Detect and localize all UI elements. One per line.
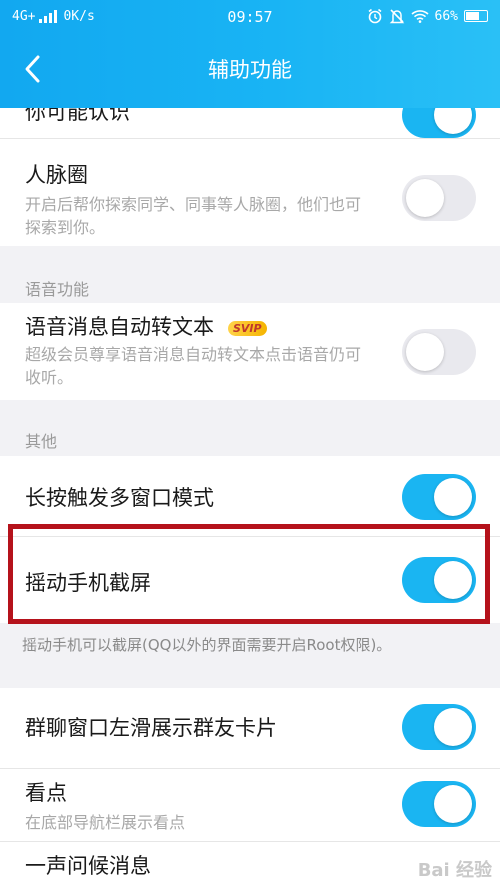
toggle-multi-window[interactable] (402, 474, 476, 520)
setting-row-group-card[interactable]: 群聊窗口左滑展示群友卡片 (0, 688, 500, 768)
toggle-kandian[interactable] (402, 781, 476, 827)
setting-title: 语音消息自动转文本 SVIP (25, 311, 267, 341)
battery-percent: 66% (434, 8, 458, 24)
setting-row-kandian[interactable]: 看点 在底部导航栏展示看点 (0, 769, 500, 841)
setting-title: 群聊窗口左滑展示群友卡片 (25, 716, 277, 740)
setting-row-renmaiquan[interactable]: 人脉圈 开启后帮你探索同学、同事等人脉圈，他们也可探索到你。 (0, 139, 500, 246)
toggle-renmaiquan[interactable] (402, 175, 476, 221)
setting-title: 你可能认识 (25, 108, 130, 124)
silent-icon (389, 9, 404, 24)
setting-description: 开启后帮你探索同学、同事等人脉圈，他们也可探索到你。 (25, 195, 362, 237)
setting-description: 在底部导航栏展示看点 (25, 813, 186, 832)
setting-row-people-you-may-know[interactable]: 你可能认识 (0, 108, 500, 138)
setting-title: 人脉圈 (25, 163, 88, 187)
watermark-logo: Bai 经验 (417, 860, 492, 881)
toggle-group-card[interactable] (402, 704, 476, 750)
shake-screenshot-note: 摇动手机可以截屏(QQ以外的界面需要开启Root权限)。 (22, 636, 392, 654)
setting-title: 一声问候消息 (25, 854, 151, 878)
setting-description: 超级会员尊享语音消息自动转文本点击语音仍可收听。 (25, 345, 362, 387)
page-title: 辅助功能 (208, 58, 292, 82)
setting-row-voice-to-text[interactable]: 语音消息自动转文本 SVIP 超级会员尊享语音消息自动转文本点击语音仍可收听。 (0, 303, 500, 400)
wifi-icon (410, 10, 429, 23)
section-header-other: 其他 (25, 432, 58, 451)
highlight-box (8, 524, 490, 624)
app-header: 4G+ 0K/s 09:57 66% 辅助功能 (0, 0, 500, 108)
alarm-icon (368, 8, 382, 24)
setting-title: 看点 (25, 781, 67, 805)
status-bar: 4G+ 0K/s 09:57 66% (0, 0, 500, 36)
svip-badge: SVIP (228, 320, 267, 336)
section-header-voice: 语音功能 (25, 280, 90, 299)
toggle-voice-to-text[interactable] (402, 329, 476, 375)
status-right: 66% (367, 8, 488, 24)
toggle-people-you-may-know[interactable] (402, 108, 476, 138)
battery-icon (464, 10, 488, 22)
setting-title: 长按触发多窗口模式 (25, 486, 214, 510)
